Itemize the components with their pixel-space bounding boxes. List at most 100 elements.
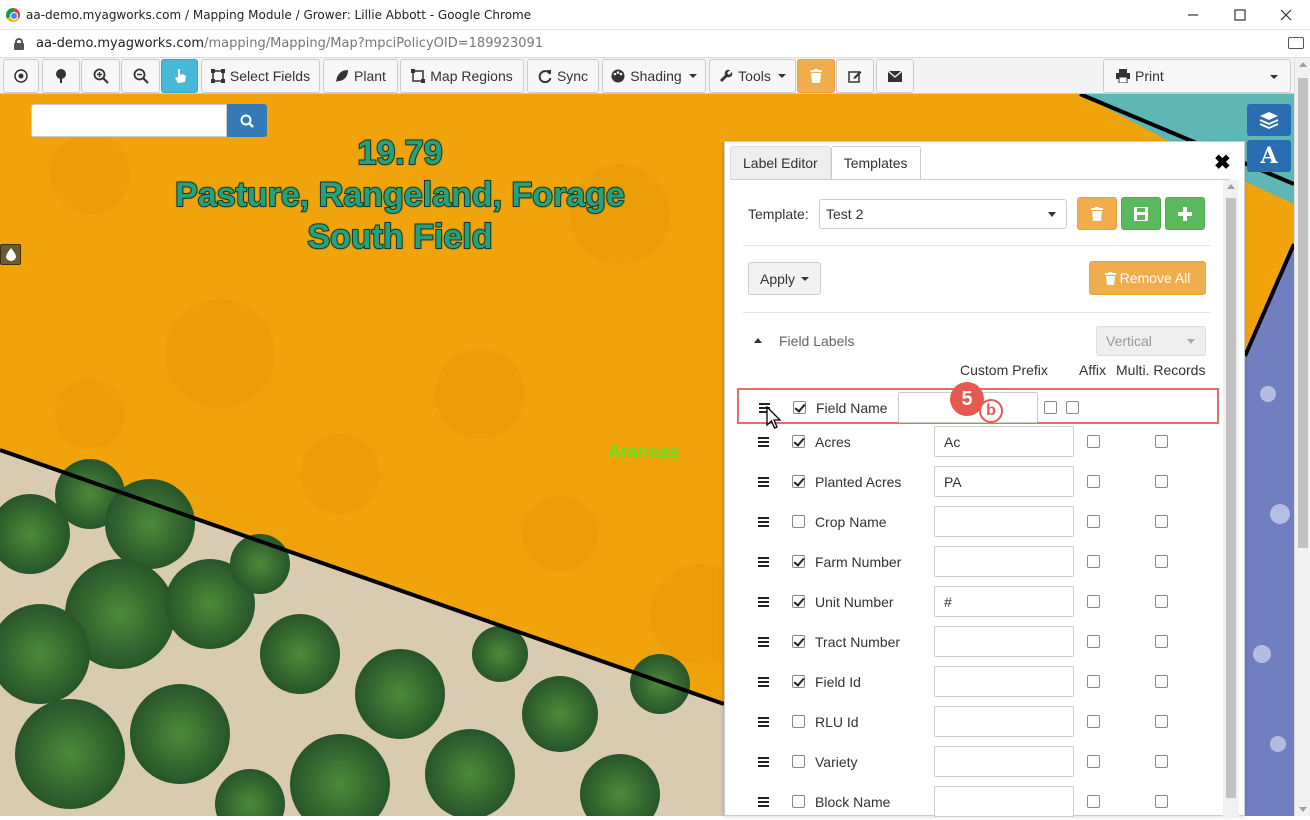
- multi-records-checkbox[interactable]: [1066, 401, 1079, 414]
- multi-records-checkbox[interactable]: [1155, 675, 1168, 688]
- drag-handle-icon[interactable]: [758, 477, 769, 488]
- sync-button[interactable]: Sync: [527, 59, 599, 93]
- custom-prefix-input[interactable]: [934, 666, 1074, 697]
- drag-handle-icon[interactable]: [758, 757, 769, 768]
- scroll-up-icon[interactable]: [1227, 184, 1235, 189]
- custom-prefix-input[interactable]: [934, 746, 1074, 777]
- multi-records-checkbox[interactable]: [1155, 435, 1168, 448]
- affix-checkbox[interactable]: [1087, 555, 1100, 568]
- email-button[interactable]: [876, 59, 914, 93]
- select-fields-button[interactable]: Select Fields: [201, 59, 320, 93]
- print-dropdown[interactable]: Print: [1103, 59, 1291, 93]
- drag-handle-icon[interactable]: [758, 717, 769, 728]
- maximize-icon[interactable]: [1217, 0, 1263, 30]
- template-label: Template:: [748, 206, 809, 222]
- enable-checkbox[interactable]: [792, 635, 805, 648]
- panel-scrollbar[interactable]: [1223, 180, 1239, 817]
- tab-templates[interactable]: Templates: [830, 146, 921, 180]
- affix-checkbox[interactable]: [1044, 401, 1057, 414]
- delete-template-button[interactable]: [1077, 197, 1117, 230]
- label-tool-button[interactable]: A: [1247, 140, 1291, 172]
- custom-prefix-input[interactable]: [934, 546, 1074, 577]
- drag-handle-icon[interactable]: [758, 557, 769, 568]
- lock-icon[interactable]: [14, 37, 24, 50]
- multi-records-checkbox[interactable]: [1155, 555, 1168, 568]
- zoom-out-button[interactable]: [121, 59, 160, 93]
- custom-prefix-input[interactable]: Ac: [934, 426, 1074, 457]
- enable-checkbox[interactable]: [792, 675, 805, 688]
- zoom-in-button[interactable]: [81, 59, 120, 93]
- multi-records-checkbox[interactable]: [1155, 755, 1168, 768]
- layers-button[interactable]: [1247, 104, 1291, 136]
- apply-dropdown[interactable]: Apply: [748, 262, 821, 295]
- drag-handle-icon[interactable]: [758, 517, 769, 528]
- layers-icon: [1259, 112, 1279, 129]
- multi-records-checkbox[interactable]: [1155, 795, 1168, 808]
- scroll-down-icon[interactable]: [1299, 807, 1307, 812]
- delete-button[interactable]: [797, 59, 835, 93]
- scroll-up-icon[interactable]: [1299, 62, 1307, 67]
- close-window-icon[interactable]: [1263, 0, 1309, 30]
- tab-label-editor[interactable]: Label Editor: [730, 146, 831, 180]
- url-text[interactable]: aa-demo.myagworks.com/mapping/Mapping/Ma…: [36, 36, 543, 51]
- enable-checkbox[interactable]: [792, 795, 805, 808]
- cast-icon[interactable]: [1288, 37, 1304, 49]
- custom-prefix-input[interactable]: [934, 626, 1074, 657]
- enable-checkbox[interactable]: [792, 515, 805, 528]
- enable-checkbox[interactable]: [792, 755, 805, 768]
- address-bar[interactable]: aa-demo.myagworks.com/mapping/Mapping/Ma…: [0, 30, 1310, 58]
- section-title[interactable]: Field Labels: [779, 333, 855, 349]
- pan-hand-button[interactable]: [161, 59, 198, 93]
- enable-checkbox[interactable]: [792, 715, 805, 728]
- close-icon[interactable]: ✖: [1214, 150, 1231, 175]
- enable-checkbox[interactable]: [792, 555, 805, 568]
- add-template-button[interactable]: [1165, 197, 1205, 230]
- edit-button[interactable]: [836, 59, 874, 93]
- affix-checkbox[interactable]: [1087, 635, 1100, 648]
- multi-records-checkbox[interactable]: [1155, 475, 1168, 488]
- enable-checkbox[interactable]: [792, 475, 805, 488]
- locate-button[interactable]: [3, 59, 39, 93]
- scroll-thumb[interactable]: [1226, 198, 1236, 798]
- enable-checkbox[interactable]: [792, 435, 805, 448]
- custom-prefix-input[interactable]: [934, 786, 1074, 817]
- shading-dropdown[interactable]: Shading: [602, 59, 706, 93]
- tree-button[interactable]: [42, 59, 80, 93]
- tools-dropdown[interactable]: Tools: [709, 59, 796, 93]
- drag-handle-icon[interactable]: [758, 597, 769, 608]
- map-regions-button[interactable]: Map Regions: [400, 59, 524, 93]
- step-sub-badge: b: [979, 399, 1003, 423]
- drag-handle-icon[interactable]: [758, 677, 769, 688]
- multi-records-checkbox[interactable]: [1155, 635, 1168, 648]
- affix-checkbox[interactable]: [1087, 595, 1100, 608]
- multi-records-checkbox[interactable]: [1155, 715, 1168, 728]
- custom-prefix-input[interactable]: [934, 706, 1074, 737]
- multi-records-checkbox[interactable]: [1155, 515, 1168, 528]
- drag-handle-icon[interactable]: [758, 637, 769, 648]
- drag-handle-icon[interactable]: [758, 437, 769, 448]
- minimize-icon[interactable]: [1170, 0, 1216, 30]
- page-scrollbar[interactable]: [1294, 58, 1310, 816]
- affix-checkbox[interactable]: [1087, 675, 1100, 688]
- affix-checkbox[interactable]: [1087, 515, 1100, 528]
- field-label-name: Variety: [815, 754, 858, 770]
- scroll-thumb[interactable]: [1298, 78, 1308, 548]
- enable-checkbox[interactable]: [793, 401, 806, 414]
- template-select[interactable]: Test 2: [819, 199, 1067, 229]
- custom-prefix-input[interactable]: PA: [934, 466, 1074, 497]
- multi-records-checkbox[interactable]: [1155, 595, 1168, 608]
- collapse-caret-icon[interactable]: [754, 338, 762, 343]
- drag-handle-icon[interactable]: [758, 797, 769, 808]
- affix-checkbox[interactable]: [1087, 755, 1100, 768]
- water-drop-icon[interactable]: [0, 244, 21, 265]
- affix-checkbox[interactable]: [1087, 715, 1100, 728]
- affix-checkbox[interactable]: [1087, 435, 1100, 448]
- affix-checkbox[interactable]: [1087, 795, 1100, 808]
- remove-all-button[interactable]: Remove All: [1089, 261, 1206, 295]
- save-template-button[interactable]: [1121, 197, 1161, 230]
- affix-checkbox[interactable]: [1087, 475, 1100, 488]
- plant-button[interactable]: Plant: [323, 59, 398, 93]
- custom-prefix-input[interactable]: [934, 506, 1074, 537]
- custom-prefix-input[interactable]: #: [934, 586, 1074, 617]
- enable-checkbox[interactable]: [792, 595, 805, 608]
